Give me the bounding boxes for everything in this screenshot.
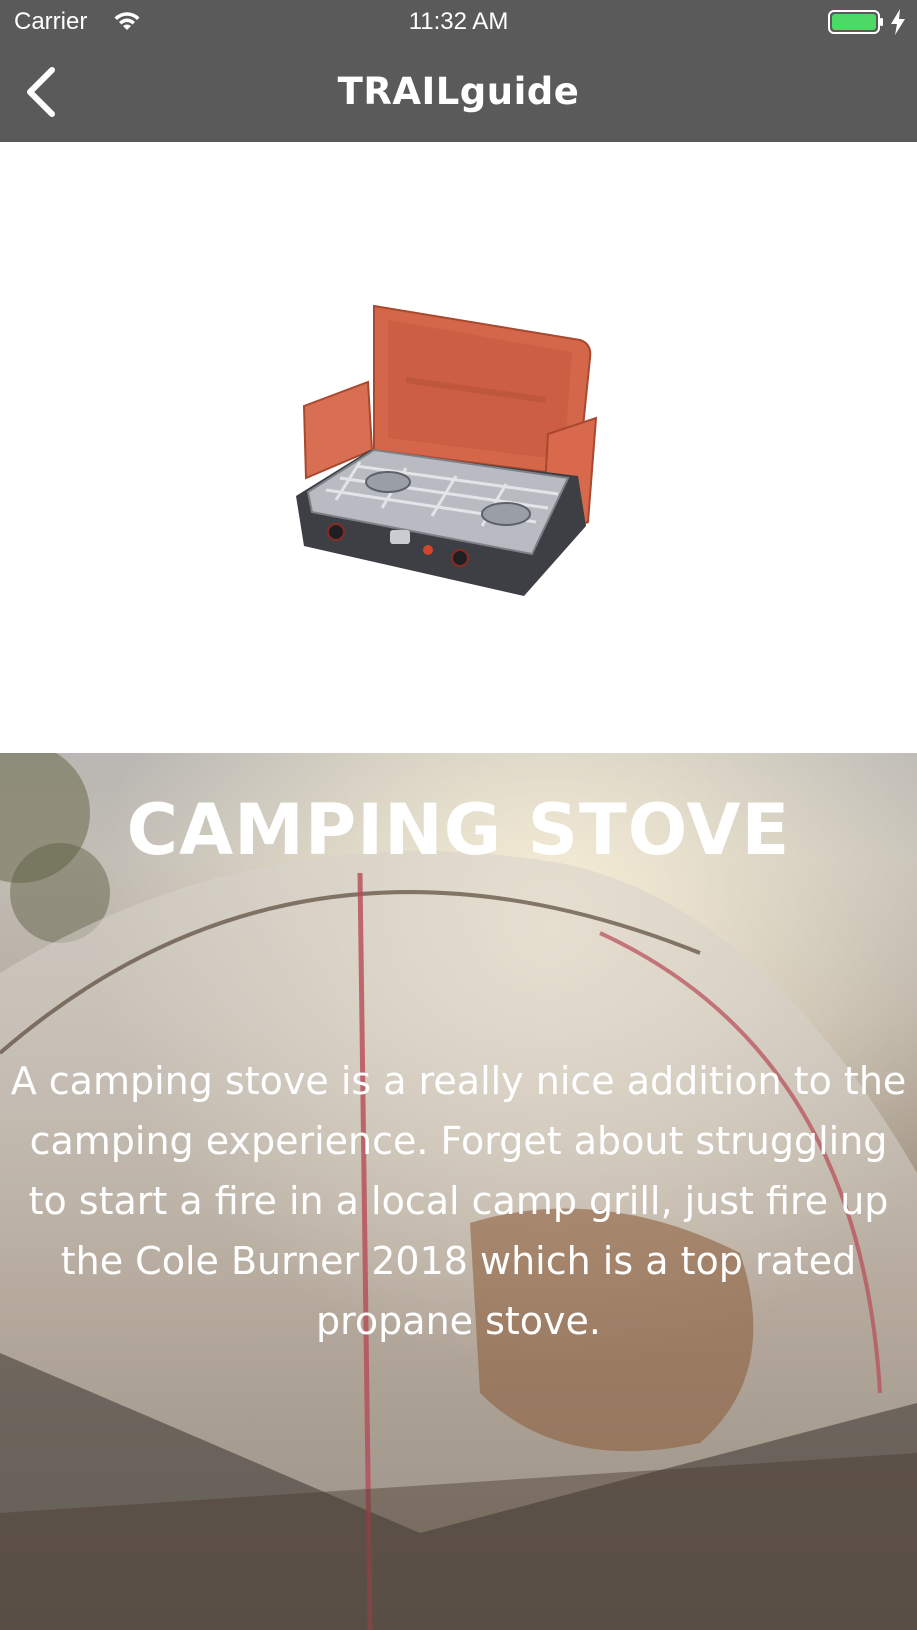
app-title: TRAILguide bbox=[337, 70, 580, 113]
camping-stove-image bbox=[296, 304, 598, 596]
battery-full-charging-icon bbox=[828, 10, 884, 38]
navigation-bar: TRAILguide bbox=[0, 44, 917, 142]
product-image-area bbox=[0, 142, 917, 753]
status-time: 11:32 AM bbox=[408, 8, 509, 35]
item-description: A camping stove is a really nice additio… bbox=[10, 1059, 907, 1343]
charging-bolt-icon bbox=[890, 9, 906, 39]
status-bar: Carrier 11:32 AM bbox=[0, 0, 917, 44]
item-title: CAMPING STOVE bbox=[126, 789, 791, 871]
description-panel: CAMPING STOVE A camping stove is a reall… bbox=[0, 753, 917, 1630]
